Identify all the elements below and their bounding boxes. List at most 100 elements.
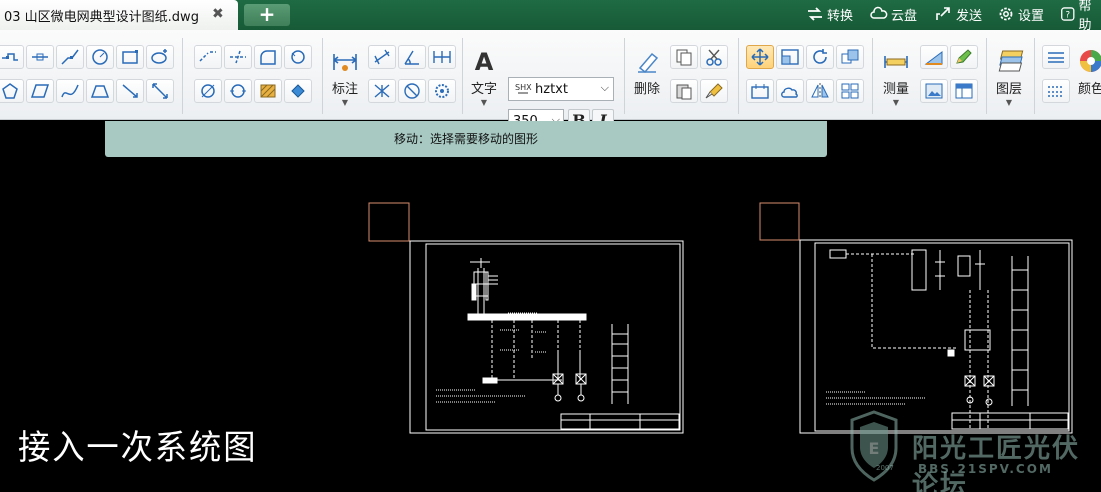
- polyline-icon[interactable]: [0, 45, 24, 69]
- spline-icon[interactable]: [56, 79, 84, 103]
- rotate-icon[interactable]: [806, 45, 834, 69]
- drawing-sheet-2: [799, 239, 1073, 434]
- ribbon-toolbar: 标注 ▼ A 文字 ▼ SHX hztxt ⌵ 350 ⌵ B I 删除: [0, 30, 1101, 133]
- separator: [322, 38, 323, 114]
- parallelogram-icon[interactable]: [26, 79, 54, 103]
- lineweight-icon[interactable]: [1042, 45, 1070, 69]
- trim-icon[interactable]: [224, 45, 252, 69]
- watermark-text: 阳光工匠光伏论坛: [912, 434, 1081, 492]
- pencil-icon[interactable]: [950, 45, 978, 69]
- offset-icon[interactable]: [284, 45, 312, 69]
- help-button[interactable]: ? 帮助: [1060, 0, 1101, 33]
- font-name-value: hztxt: [535, 81, 568, 97]
- separator: [182, 38, 183, 114]
- convert-label: 转换: [827, 8, 854, 24]
- color-button[interactable]: 颜色: [1076, 42, 1101, 97]
- send-icon: [936, 7, 950, 20]
- scissors-icon[interactable]: [700, 45, 728, 69]
- aligned-dim-icon[interactable]: [368, 45, 396, 69]
- font-select[interactable]: SHX hztxt ⌵: [508, 77, 614, 101]
- line-segment-icon[interactable]: [26, 45, 54, 69]
- ruler-icon: [877, 42, 915, 78]
- text-icon: A: [465, 42, 503, 78]
- ray-icon[interactable]: [116, 79, 144, 103]
- fillet-icon[interactable]: [254, 45, 282, 69]
- radius-dim-icon[interactable]: [368, 79, 396, 103]
- svg-text:A: A: [475, 48, 494, 76]
- dim-settings-icon[interactable]: [428, 79, 456, 103]
- polygon-icon[interactable]: [0, 79, 24, 103]
- rectangle-icon[interactable]: [116, 45, 144, 69]
- diameter-dim-icon[interactable]: [398, 79, 426, 103]
- cloud-line-icon[interactable]: [776, 79, 804, 103]
- help-icon: ?: [1061, 7, 1075, 21]
- dimension-label: 标注: [331, 82, 358, 97]
- diagonal-arrow-icon[interactable]: [146, 79, 174, 103]
- join-icon[interactable]: [224, 79, 252, 103]
- document-tab-label: 03 山区微电网典型设计图纸.dwg: [4, 9, 199, 25]
- convert-icon: [808, 7, 822, 21]
- svg-text:SHX: SHX: [515, 83, 532, 92]
- grid-array-icon[interactable]: [836, 79, 864, 103]
- close-tab-icon[interactable]: ✖: [212, 6, 224, 22]
- measure-label: 测量: [882, 82, 909, 97]
- svg-text:?: ?: [1065, 10, 1070, 20]
- text-button[interactable]: A 文字 ▼: [465, 42, 503, 107]
- text-label: 文字: [470, 82, 497, 97]
- cloud-button[interactable]: 云盘: [870, 3, 917, 25]
- paste-icon[interactable]: [670, 79, 698, 103]
- match-properties-icon[interactable]: [700, 79, 728, 103]
- circle-icon[interactable]: [86, 45, 114, 69]
- send-button[interactable]: 发送: [935, 3, 982, 25]
- multiline-icon[interactable]: [56, 45, 84, 69]
- svg-text:E: E: [869, 439, 880, 458]
- layers-icon: [990, 42, 1028, 78]
- title-bar: 03 山区微电网典型设计图纸.dwg ✖ + 转换 云盘 发送 设置 ? 帮助: [0, 0, 1101, 33]
- hatch-icon[interactable]: [254, 79, 282, 103]
- dimension-dropdown-icon: ▼: [341, 98, 349, 107]
- separator: [624, 38, 625, 114]
- dimension-icon: [326, 42, 364, 78]
- new-tab-button[interactable]: +: [244, 4, 290, 26]
- fill-bucket-icon[interactable]: [284, 79, 312, 103]
- eraser-icon: [628, 42, 666, 78]
- drawing-sheet-1: [409, 240, 684, 434]
- array-icon[interactable]: [836, 45, 864, 69]
- help-label: 帮助: [1078, 0, 1092, 33]
- image-icon[interactable]: [920, 79, 948, 103]
- cloud-icon: [870, 6, 888, 19]
- trapezoid-icon[interactable]: [86, 79, 114, 103]
- separator: [462, 38, 463, 114]
- linetype-icon[interactable]: [1042, 79, 1070, 103]
- break-icon[interactable]: [194, 79, 222, 103]
- extend-icon[interactable]: [194, 45, 222, 69]
- delete-button[interactable]: 删除: [628, 42, 666, 97]
- continuous-dim-icon[interactable]: [428, 45, 456, 69]
- convert-button[interactable]: 转换: [806, 3, 853, 25]
- shx-font-icon: SHX: [515, 83, 532, 94]
- settings-label: 设置: [1018, 8, 1045, 24]
- command-hint-text: 移动：选择需要移动的图形: [393, 132, 538, 146]
- area-icon[interactable]: [920, 45, 948, 69]
- insert-block-icon[interactable]: [146, 45, 174, 69]
- table-icon[interactable]: [950, 79, 978, 103]
- layer-dropdown-icon: ▼: [1005, 98, 1013, 107]
- measure-button[interactable]: 测量 ▼: [877, 42, 915, 107]
- cloud-label: 云盘: [891, 8, 918, 24]
- settings-button[interactable]: 设置: [997, 3, 1044, 25]
- sheet-title: 接入一次系统图: [18, 428, 258, 468]
- scale-icon[interactable]: [776, 45, 804, 69]
- angular-dim-icon[interactable]: [398, 45, 426, 69]
- layer-label: 图层: [995, 82, 1022, 97]
- gear-icon: [999, 7, 1013, 21]
- document-tab[interactable]: 03 山区微电网典型设计图纸.dwg ✖: [0, 0, 238, 30]
- move-icon[interactable]: [746, 45, 774, 69]
- mirror-icon[interactable]: [806, 79, 834, 103]
- chevron-down-icon: ⌵: [600, 81, 609, 94]
- dimension-button[interactable]: 标注 ▼: [326, 42, 364, 107]
- color-label: 颜色: [1077, 82, 1101, 97]
- command-hint-banner: 移动：选择需要移动的图形: [105, 121, 827, 157]
- stretch-icon[interactable]: [746, 79, 774, 103]
- layer-button[interactable]: 图层 ▼: [990, 42, 1028, 107]
- copy-icon[interactable]: [670, 45, 698, 69]
